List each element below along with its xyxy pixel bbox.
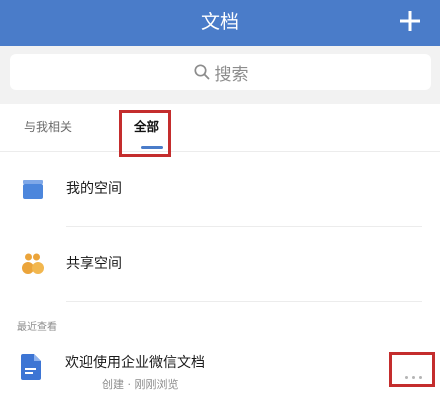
tab-bar: 与我相关 全部 xyxy=(0,104,440,152)
search-area: 搜索 xyxy=(0,46,440,104)
recent-doc-item[interactable]: 欢迎使用企业微信文档 创建 · 刚刚浏览 xyxy=(0,343,440,395)
people-icon xyxy=(22,253,44,274)
tab-related-to-me[interactable]: 与我相关 xyxy=(24,104,72,152)
shared-space-item[interactable]: 共享空间 xyxy=(0,227,440,301)
ellipsis-icon-dot xyxy=(418,375,422,379)
my-space-label: 我的空间 xyxy=(66,181,122,197)
tab-active-indicator xyxy=(141,146,163,149)
recent-section-label: 最近查看 xyxy=(17,322,57,333)
divider xyxy=(66,301,422,302)
document-icon xyxy=(21,354,41,380)
search-icon xyxy=(193,64,209,80)
plus-icon xyxy=(400,11,420,31)
search-input[interactable]: 搜索 xyxy=(10,54,431,90)
my-space-item[interactable]: 我的空间 xyxy=(0,152,440,226)
tab-all[interactable]: 全部 xyxy=(134,104,159,152)
doc-title: 欢迎使用企业微信文档 xyxy=(65,355,205,371)
doc-meta: 创建 · 刚刚浏览 xyxy=(102,378,179,391)
ellipsis-icon-dot xyxy=(411,375,415,379)
search-placeholder: 搜索 xyxy=(214,64,249,85)
search-placeholder-group: 搜索 xyxy=(10,54,431,90)
add-button[interactable] xyxy=(398,9,422,33)
header-bar: 文档 xyxy=(0,0,440,46)
ellipsis-icon-dot xyxy=(404,375,408,379)
folder-icon xyxy=(23,180,43,199)
page-title: 文档 xyxy=(200,11,239,33)
more-options-button[interactable] xyxy=(393,365,433,389)
shared-space-label: 共享空间 xyxy=(66,256,122,272)
